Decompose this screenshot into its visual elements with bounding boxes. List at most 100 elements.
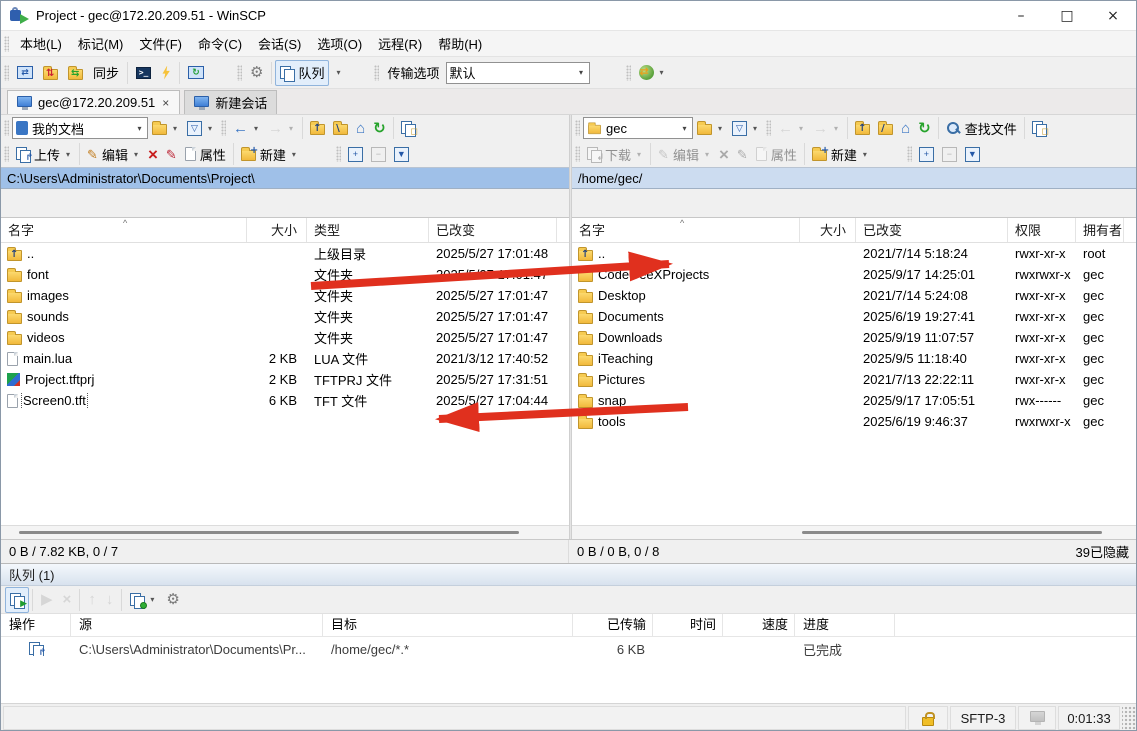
- local-parent-dir-button[interactable]: ↑: [306, 116, 329, 140]
- menu-grip[interactable]: [4, 36, 9, 52]
- execute-command-button[interactable]: [156, 60, 176, 86]
- queue-column-header-4[interactable]: 时间: [653, 614, 723, 636]
- remote-column-header-4[interactable]: 拥有者: [1076, 218, 1124, 242]
- menu-item-local[interactable]: 本地(L): [12, 31, 70, 56]
- local-follow-symlink-button[interactable]: ◻: [397, 116, 419, 140]
- local-home-dir-button[interactable]: ⌂: [352, 116, 369, 140]
- file-row-iTeaching[interactable]: iTeaching2025/9/5 11:18:40rwxr-xr-xgec: [572, 348, 1137, 369]
- local-column-header-2[interactable]: 类型: [307, 218, 429, 242]
- resize-grip[interactable]: [1122, 706, 1136, 730]
- file-row-images[interactable]: images文件夹2025/5/27 17:01:47: [1, 285, 569, 306]
- grip[interactable]: [336, 146, 341, 162]
- local-properties-button[interactable]: 属性: [181, 142, 230, 166]
- toolbar-grip[interactable]: [4, 65, 9, 81]
- remote-drive-combobox[interactable]: gec ▾: [583, 117, 693, 139]
- remote-column-header-3[interactable]: 权限: [1008, 218, 1076, 242]
- upload-queue-button[interactable]: ⇅: [38, 60, 63, 86]
- encryption-cell[interactable]: [908, 706, 948, 730]
- grip[interactable]: [575, 120, 580, 136]
- transfer-settings-button[interactable]: ⚙: [245, 60, 268, 86]
- remote-select-filter-button[interactable]: ▼: [961, 142, 984, 166]
- local-edit-button[interactable]: ✎编辑▾: [83, 142, 144, 166]
- local-column-header-0[interactable]: 名字: [1, 218, 247, 242]
- session-tab-gec[interactable]: gec@172.20.209.51 ×: [7, 90, 180, 114]
- remote-open-dir-button[interactable]: ▾: [693, 116, 728, 140]
- grip[interactable]: [4, 146, 9, 162]
- queue-column-header-1[interactable]: 源: [71, 614, 323, 636]
- menu-item-remote[interactable]: 远程(R): [370, 31, 430, 56]
- queue-processing-button[interactable]: ▶: [5, 587, 29, 613]
- local-back-button[interactable]: ←▾: [229, 116, 264, 140]
- queue-move-down-button[interactable]: ↓: [101, 587, 119, 613]
- menu-item-commands[interactable]: 命令(C): [190, 31, 250, 56]
- session-duration-cell[interactable]: 0:01:33: [1058, 706, 1120, 730]
- local-root-dir-button[interactable]: \: [329, 116, 352, 140]
- file-row-CodeGeeXProjects[interactable]: CodeGeeXProjects2025/9/17 14:25:01rwxrwx…: [572, 264, 1137, 285]
- remote-new-button[interactable]: +新建▾: [808, 142, 873, 166]
- grip[interactable]: [575, 146, 580, 162]
- remote-column-header-1[interactable]: 大小: [800, 218, 856, 242]
- close-button[interactable]: ×: [1090, 1, 1136, 30]
- transfer-preset-combobox[interactable]: 默认 ▾: [446, 62, 590, 84]
- file-row-sounds[interactable]: sounds文件夹2025/5/27 17:01:47: [1, 306, 569, 327]
- swap-panels-button[interactable]: ⇄: [12, 60, 38, 86]
- local-open-dir-button[interactable]: ▾: [148, 116, 183, 140]
- file-row-..[interactable]: ↑..上级目录2025/5/27 17:01:48: [1, 243, 569, 264]
- upload-button[interactable]: ↱上传▾: [12, 142, 76, 166]
- file-row-Project.tftprj[interactable]: Project.tftprj2 KBTFTPRJ 文件2025/5/27 17:…: [1, 369, 569, 390]
- toolbar-grip4[interactable]: [626, 65, 631, 81]
- synchronize-button[interactable]: 同步: [88, 60, 124, 86]
- file-row-font[interactable]: font文件夹2025/5/27 17:01:47: [1, 264, 569, 285]
- scrollbar-thumb[interactable]: [802, 531, 1102, 534]
- local-new-button[interactable]: +新建▾: [237, 142, 302, 166]
- queue-operations-button[interactable]: ▾: [125, 587, 161, 613]
- local-filter-button[interactable]: ▽▾: [183, 116, 218, 140]
- local-select-filter-button[interactable]: ▼: [390, 142, 413, 166]
- menu-item-help[interactable]: 帮助(H): [430, 31, 490, 56]
- file-row-Pictures[interactable]: Pictures2021/7/13 22:22:11rwxr-xr-xgec: [572, 369, 1137, 390]
- local-select-minus-button[interactable]: −: [367, 142, 390, 166]
- local-delete-button[interactable]: ×: [144, 142, 162, 166]
- menu-item-mark[interactable]: 标记(M): [70, 31, 132, 56]
- local-horizontal-scrollbar[interactable]: [1, 525, 569, 539]
- remote-rename-button[interactable]: ✎: [733, 142, 752, 166]
- remote-follow-symlink-button[interactable]: ◻: [1028, 116, 1050, 140]
- remote-refresh-button[interactable]: ↻: [914, 116, 935, 140]
- file-row-Desktop[interactable]: Desktop2021/7/14 5:24:08rwxr-xr-xgec: [572, 285, 1137, 306]
- scrollbar-thumb[interactable]: [19, 531, 519, 534]
- queue-column-header-2[interactable]: 目标: [323, 614, 573, 636]
- local-path-bar[interactable]: C:\Users\Administrator\Documents\Project…: [1, 167, 569, 189]
- find-files-button[interactable]: 查找文件: [942, 116, 1021, 140]
- remote-select-plus-button[interactable]: +: [915, 142, 938, 166]
- file-row-videos[interactable]: videos文件夹2025/5/27 17:01:47: [1, 327, 569, 348]
- remote-parent-dir-button[interactable]: ↑: [851, 116, 874, 140]
- remote-home-dir-button[interactable]: ⌂: [897, 116, 914, 140]
- tab-close-icon[interactable]: ×: [161, 96, 170, 110]
- session-color-button[interactable]: ▾: [634, 60, 671, 86]
- remote-filter-button[interactable]: ▽▾: [728, 116, 763, 140]
- file-row-tools[interactable]: tools2025/6/19 9:46:37rwxrwxr-xgec: [572, 411, 1137, 432]
- queue-column-header-6[interactable]: 进度: [795, 614, 895, 636]
- remote-root-dir-button[interactable]: /: [874, 116, 897, 140]
- download-button[interactable]: ↲下载▾: [583, 142, 647, 166]
- menu-item-files[interactable]: 文件(F): [131, 31, 190, 56]
- remote-back-button[interactable]: ←▾: [774, 116, 809, 140]
- new-session-tab[interactable]: 新建会话: [184, 90, 277, 114]
- file-row-main.lua[interactable]: main.lua2 KBLUA 文件2021/3/12 17:40:52: [1, 348, 569, 369]
- queue-column-header-7[interactable]: [895, 614, 1137, 636]
- queue-resume-button[interactable]: ▶: [36, 587, 58, 613]
- remote-edit-button[interactable]: ✎编辑▾: [654, 142, 715, 166]
- file-row-..[interactable]: ↑..2021/7/14 5:18:24rwxr-xr-xroot: [572, 243, 1137, 264]
- remote-horizontal-scrollbar[interactable]: [572, 525, 1137, 539]
- download-queue-button[interactable]: ⇆: [63, 60, 88, 86]
- file-row-Documents[interactable]: Documents2025/6/19 19:27:41rwxr-xr-xgec: [572, 306, 1137, 327]
- toolbar-grip2[interactable]: [237, 65, 242, 81]
- minimize-button[interactable]: –: [998, 1, 1044, 30]
- local-select-plus-button[interactable]: +: [344, 142, 367, 166]
- local-column-header-1[interactable]: 大小: [247, 218, 307, 242]
- local-rename-button[interactable]: ✎: [162, 142, 181, 166]
- remote-select-minus-button[interactable]: −: [938, 142, 961, 166]
- open-console-button[interactable]: >_: [131, 60, 156, 86]
- grip[interactable]: [221, 120, 226, 136]
- queue-delete-button[interactable]: ×: [58, 587, 77, 613]
